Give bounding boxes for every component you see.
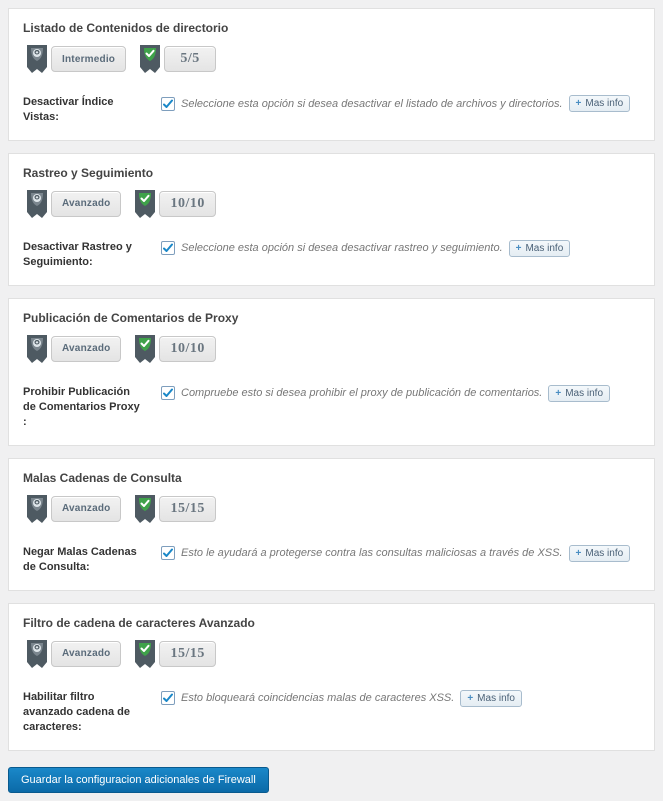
more-info-button[interactable]: +Mas info xyxy=(569,95,631,112)
setting-description: Seleccione esta opción si desea desactiv… xyxy=(181,98,563,110)
score-label: 15/15 xyxy=(170,501,204,517)
level-badge: Avanzado xyxy=(23,335,121,369)
setting-row: Habilitar filtro avanzado cadena de cara… xyxy=(23,690,640,736)
section-title: Publicación de Comentarios de Proxy xyxy=(23,311,640,325)
setting-label: Prohibir Publicación de Comentarios Prox… xyxy=(23,385,143,431)
more-info-button[interactable]: +Mas info xyxy=(569,545,631,562)
setting-checkbox[interactable] xyxy=(161,546,175,560)
shield-ribbon-icon xyxy=(26,190,48,224)
more-info-button[interactable]: +Mas info xyxy=(548,385,610,402)
more-info-button[interactable]: +Mas info xyxy=(509,240,571,257)
section-panel: Listado de Contenidos de directorio Inte… xyxy=(8,8,655,141)
badges-row: Avanzado 10/10 xyxy=(23,190,640,224)
badges-row: Avanzado 15/15 xyxy=(23,640,640,674)
section-title: Filtro de cadena de caracteres Avanzado xyxy=(23,616,640,630)
shield-ribbon-icon xyxy=(26,640,48,674)
badges-row: Avanzado 15/15 xyxy=(23,495,640,529)
section-panel: Publicación de Comentarios de Proxy Avan… xyxy=(8,298,655,446)
level-label: Avanzado xyxy=(62,648,110,659)
setting-description: Esto le ayudará a protegerse contra las … xyxy=(181,547,563,559)
setting-label: Negar Malas Cadenas de Consulta: xyxy=(23,545,143,576)
section-panel: Malas Cadenas de Consulta Avanzado 15/15… xyxy=(8,458,655,591)
level-badge: Avanzado xyxy=(23,495,121,529)
badges-row: Avanzado 10/10 xyxy=(23,335,640,369)
setting-checkbox[interactable] xyxy=(161,386,175,400)
score-badge: 10/10 xyxy=(131,190,215,224)
setting-label: Habilitar filtro avanzado cadena de cara… xyxy=(23,690,143,736)
check-ribbon-icon xyxy=(134,335,156,369)
plus-icon: + xyxy=(576,548,582,559)
score-label: 10/10 xyxy=(170,341,204,357)
setting-row: Desactivar Índice Vistas: Seleccione est… xyxy=(23,95,640,126)
check-ribbon-icon xyxy=(139,45,161,79)
score-badge: 15/15 xyxy=(131,640,215,674)
badges-row: Intermedio 5/5 xyxy=(23,45,640,79)
section-panel: Filtro de cadena de caracteres Avanzado … xyxy=(8,603,655,751)
plus-icon: + xyxy=(516,243,522,254)
level-badge: Avanzado xyxy=(23,640,121,674)
section-title: Rastreo y Seguimiento xyxy=(23,166,640,180)
check-ribbon-icon xyxy=(134,495,156,529)
setting-row: Desactivar Rastreo y Seguimiento: Selecc… xyxy=(23,240,640,271)
score-label: 15/15 xyxy=(170,646,204,662)
setting-checkbox[interactable] xyxy=(161,691,175,705)
section-panel: Rastreo y Seguimiento Avanzado 10/10 Des… xyxy=(8,153,655,286)
score-badge: 5/5 xyxy=(136,45,216,79)
setting-row: Prohibir Publicación de Comentarios Prox… xyxy=(23,385,640,431)
save-button[interactable]: Guardar la configuracion adicionales de … xyxy=(8,767,269,793)
setting-row: Negar Malas Cadenas de Consulta: Esto le… xyxy=(23,545,640,576)
level-badge: Avanzado xyxy=(23,190,121,224)
setting-description: Seleccione esta opción si desea desactiv… xyxy=(181,242,503,254)
level-label: Avanzado xyxy=(62,343,110,354)
setting-label: Desactivar Índice Vistas: xyxy=(23,95,143,126)
setting-label: Desactivar Rastreo y Seguimiento: xyxy=(23,240,143,271)
check-ribbon-icon xyxy=(134,640,156,674)
plus-icon: + xyxy=(555,388,561,399)
setting-description: Compruebe esto si desea prohibir el prox… xyxy=(181,387,542,399)
section-title: Malas Cadenas de Consulta xyxy=(23,471,640,485)
score-badge: 15/15 xyxy=(131,495,215,529)
level-label: Avanzado xyxy=(62,198,110,209)
setting-description: Esto bloqueará coincidencias malas de ca… xyxy=(181,692,454,704)
level-label: Avanzado xyxy=(62,503,110,514)
plus-icon: + xyxy=(576,98,582,109)
plus-icon: + xyxy=(467,693,473,704)
shield-ribbon-icon xyxy=(26,335,48,369)
check-ribbon-icon xyxy=(134,190,156,224)
section-title: Listado de Contenidos de directorio xyxy=(23,21,640,35)
shield-ribbon-icon xyxy=(26,495,48,529)
setting-checkbox[interactable] xyxy=(161,241,175,255)
setting-checkbox[interactable] xyxy=(161,97,175,111)
score-label: 5/5 xyxy=(180,51,199,67)
shield-ribbon-icon xyxy=(26,45,48,79)
level-badge: Intermedio xyxy=(23,45,126,79)
level-label: Intermedio xyxy=(62,54,115,65)
score-badge: 10/10 xyxy=(131,335,215,369)
score-label: 10/10 xyxy=(170,196,204,212)
more-info-button[interactable]: +Mas info xyxy=(460,690,522,707)
